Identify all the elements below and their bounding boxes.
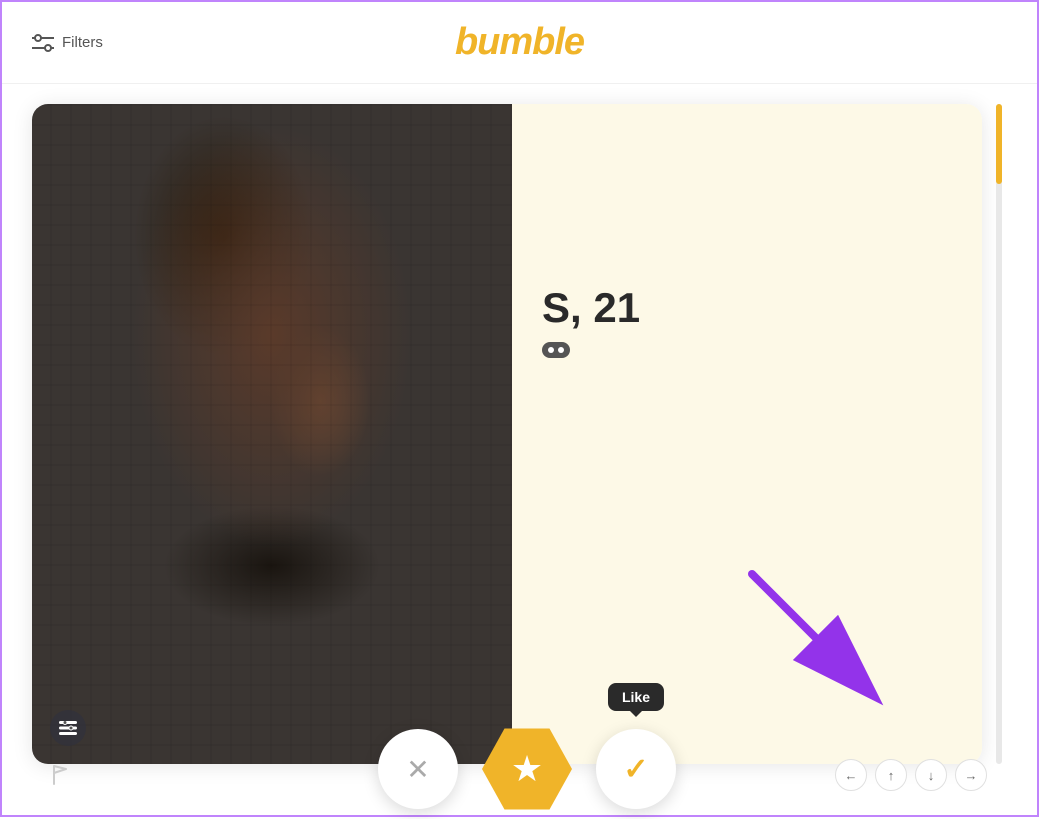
superlike-button[interactable]: ★ [482, 724, 572, 814]
filters-label: Filters [62, 34, 103, 51]
main-content: S, 21 ✕ ★ Like ✓ [2, 84, 1037, 819]
like-button[interactable]: Like ✓ [596, 729, 676, 809]
star-icon: ★ [511, 748, 543, 790]
profile-card: S, 21 ✕ ★ Like ✓ [32, 104, 982, 764]
filter-icon [32, 34, 54, 52]
app-header: Filters bumble [2, 2, 1037, 84]
app-logo: bumble [455, 21, 584, 64]
checkmark-icon: ✓ [623, 752, 648, 787]
action-buttons-row: ✕ ★ Like ✓ [32, 724, 982, 814]
profile-badges-row [542, 342, 952, 358]
filters-button[interactable]: Filters [32, 34, 103, 52]
scrollbar-track[interactable] [996, 104, 1002, 764]
photo-image [32, 104, 512, 764]
dislike-icon: ✕ [406, 753, 429, 786]
scrollbar-thumb[interactable] [996, 104, 1002, 184]
profile-name-age: S, 21 [542, 284, 952, 332]
profile-dots-icon [542, 342, 570, 358]
profile-photo [32, 104, 512, 764]
dislike-button[interactable]: ✕ [378, 729, 458, 809]
profile-info: S, 21 [512, 104, 982, 764]
